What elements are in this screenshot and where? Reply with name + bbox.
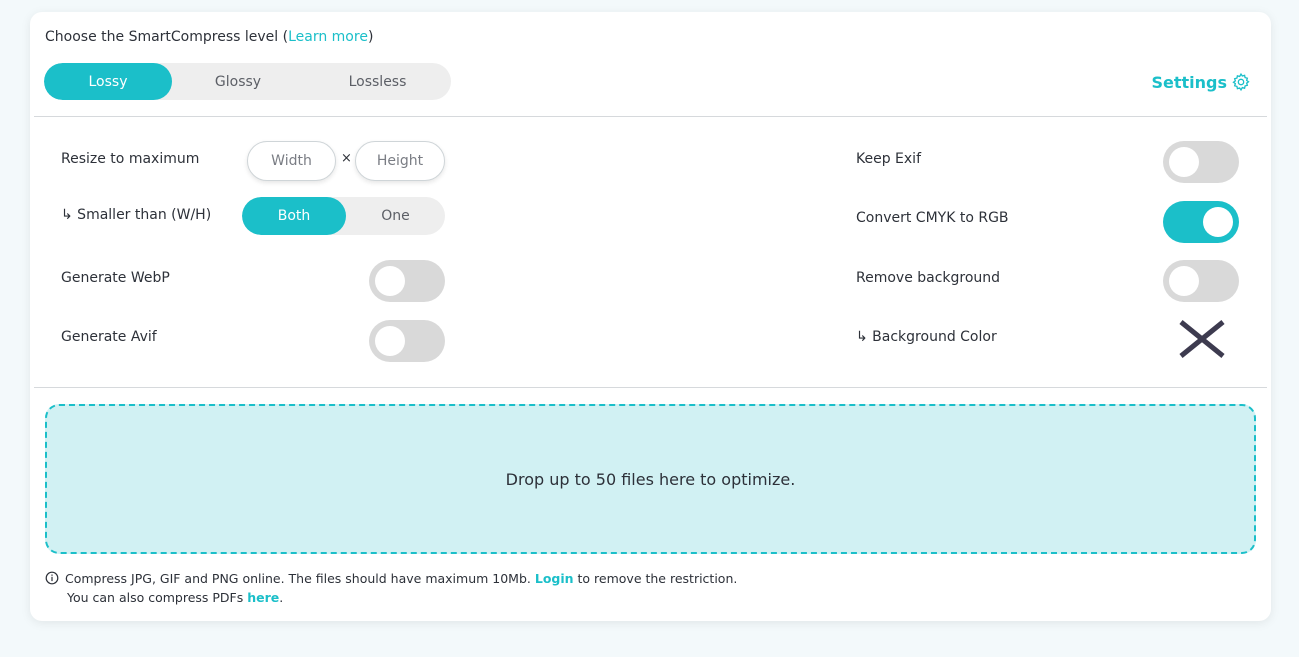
level-option-lossy[interactable]: Lossy (44, 63, 172, 100)
height-input[interactable] (355, 141, 445, 181)
cmyk-label: Convert CMYK to RGB (856, 210, 1009, 226)
login-link[interactable]: Login (535, 571, 574, 586)
compress-level-title-suffix: ) (367, 29, 374, 45)
gear-icon (1232, 72, 1250, 92)
info-line-1: Compress JPG, GIF and PNG online. The fi… (45, 569, 737, 588)
compress-level-title: Choose the SmartCompress level (Learn mo… (45, 29, 373, 45)
bottom-divider (34, 387, 1267, 388)
toggle-knob (1203, 207, 1233, 237)
webp-toggle[interactable] (369, 260, 445, 302)
info-line-2: You can also compress PDFs here. (45, 588, 737, 607)
compress-settings-card: Choose the SmartCompress level (Learn mo… (30, 12, 1271, 621)
smaller-than-label: ↳ Smaller than (W/H) (61, 207, 212, 223)
keep-exif-label: Keep Exif (856, 151, 921, 167)
bg-color-label: ↳ Background Color (856, 329, 997, 345)
keep-exif-toggle[interactable] (1163, 141, 1239, 183)
settings-button[interactable]: Settings (1151, 72, 1251, 92)
smaller-than-selector: Both One (242, 197, 445, 235)
dropzone-text: Drop up to 50 files here to optimize. (505, 469, 796, 489)
info-line-2-text: You can also compress PDFs (67, 590, 248, 605)
info-line-1-suffix: to remove the restriction. (573, 571, 738, 586)
toggle-knob (1169, 266, 1199, 296)
x-icon[interactable] (1177, 318, 1227, 360)
avif-toggle[interactable] (369, 320, 445, 362)
file-dropzone[interactable]: Drop up to 50 files here to optimize. (45, 404, 1256, 554)
smaller-option-both[interactable]: Both (242, 197, 346, 235)
times-sign: × (341, 151, 352, 166)
compress-level-title-text: Choose the SmartCompress level ( (45, 29, 289, 45)
toggle-knob (375, 266, 405, 296)
top-divider (34, 116, 1267, 117)
webp-label: Generate WebP (61, 270, 170, 286)
level-option-glossy[interactable]: Glossy (172, 63, 304, 100)
compress-level-selector: Lossy Glossy Lossless (44, 63, 451, 100)
learn-more-link[interactable]: Learn more (288, 29, 368, 45)
resize-label: Resize to maximum (61, 151, 200, 167)
remove-bg-label: Remove background (856, 270, 1001, 286)
info-icon (45, 571, 59, 585)
info-note: Compress JPG, GIF and PNG online. The fi… (45, 569, 737, 607)
remove-bg-toggle[interactable] (1163, 260, 1239, 302)
info-line-1-text: Compress JPG, GIF and PNG online. The fi… (65, 571, 535, 586)
info-line-2-suffix: . (279, 590, 284, 605)
toggle-knob (1169, 147, 1199, 177)
pdf-here-link[interactable]: here (247, 590, 279, 605)
settings-label: Settings (1151, 72, 1227, 92)
avif-label: Generate Avif (61, 329, 157, 345)
cmyk-toggle[interactable] (1163, 201, 1239, 243)
toggle-knob (375, 326, 405, 356)
smaller-option-one[interactable]: One (346, 197, 445, 235)
level-option-lossless[interactable]: Lossless (304, 63, 451, 100)
width-input[interactable] (247, 141, 336, 181)
